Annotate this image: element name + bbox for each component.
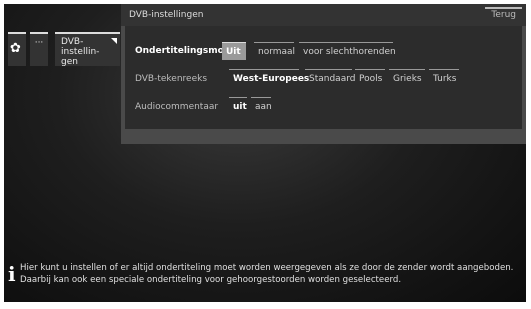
subtitle-mode-option-hearing-impaired[interactable]: voor slechthorenden	[299, 42, 396, 60]
settings-list: Ondertitelingsmodus Uit normaal voor sle…	[125, 26, 522, 129]
dvb-charset-label[interactable]: DVB-tekenreeks	[135, 74, 207, 84]
dvb-charset-option-west-european[interactable]: West-Europees	[229, 69, 309, 87]
audio-description-option-off[interactable]: uit	[229, 97, 247, 115]
info-icon: i	[8, 262, 16, 286]
dvb-charset-option-standard[interactable]: Standaard	[305, 69, 355, 87]
dvb-charset-option-greek[interactable]: Grieks	[389, 69, 425, 87]
gear-icon: ✿	[10, 41, 21, 56]
subtitle-mode-option-normal[interactable]: normaal	[254, 42, 295, 60]
dvb-settings-panel: DVB-instellingen Terug Ondertitelingsmod…	[121, 4, 526, 144]
audio-description-label[interactable]: Audiocommentaar	[135, 102, 218, 112]
panel-title: DVB-instellingen	[129, 10, 204, 20]
breadcrumb-settings[interactable]: ✿	[8, 32, 26, 66]
audio-description-option-on[interactable]: aan	[251, 97, 272, 115]
subtitle-mode-option-off[interactable]: Uit	[222, 42, 246, 60]
help-text-box: i Hier kunt u instellen of er altijd ond…	[8, 262, 524, 286]
tv-screen: ✿ ··· DVB-instellin- gen DVB-instellinge…	[4, 4, 526, 302]
breadcrumb-dvb-settings[interactable]: DVB-instellin- gen	[55, 32, 120, 67]
back-button[interactable]: Terug	[485, 7, 522, 23]
breadcrumb-more[interactable]: ···	[30, 32, 48, 66]
help-text: Hier kunt u instellen of er altijd onder…	[20, 263, 514, 285]
corner-arrow-icon	[111, 38, 117, 44]
panel-header: DVB-instellingen Terug	[121, 4, 526, 26]
dvb-charset-option-polish[interactable]: Pools	[355, 69, 385, 87]
dvb-charset-option-turkish[interactable]: Turks	[429, 69, 459, 87]
breadcrumb-more-label: ···	[34, 38, 44, 48]
